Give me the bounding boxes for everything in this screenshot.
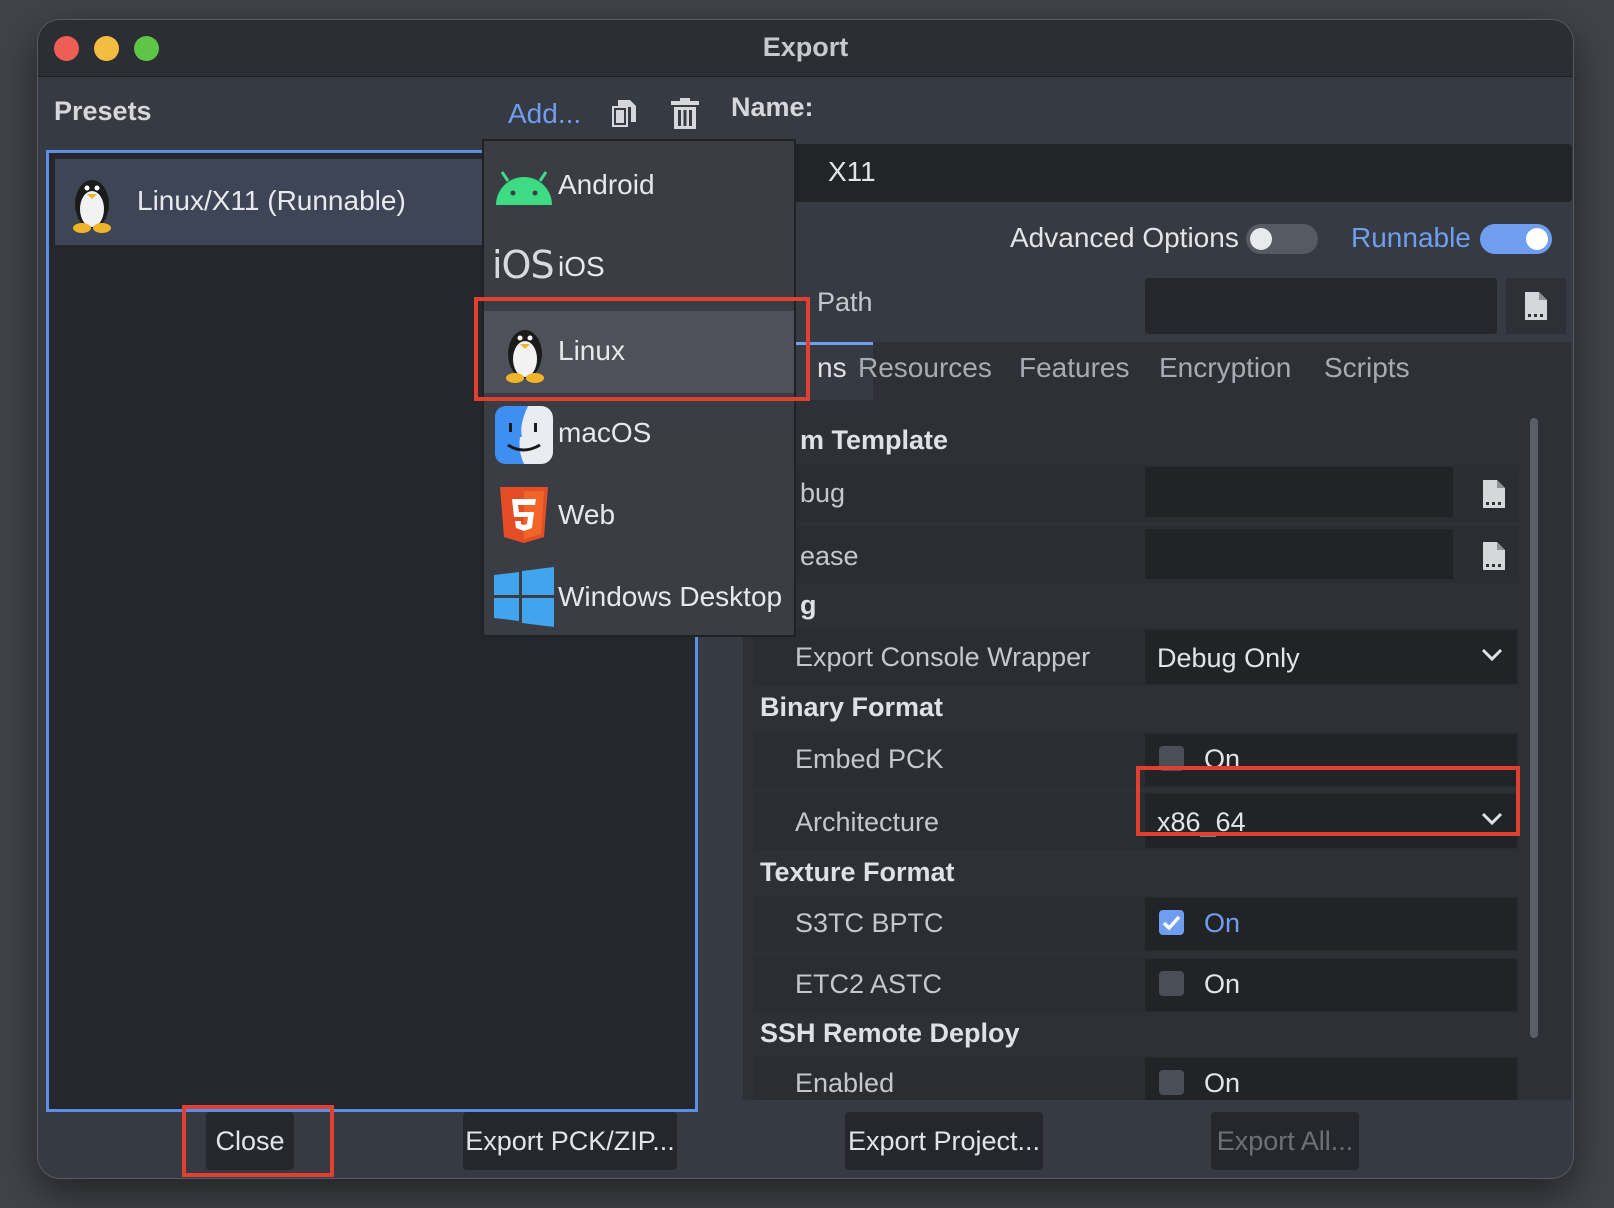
ssh-enabled-label: Enabled (795, 1068, 895, 1098)
etc2-field (1145, 959, 1517, 1011)
browse-file-icon[interactable] (1506, 278, 1566, 334)
architecture-label: Architecture (795, 807, 940, 837)
trash-icon[interactable] (670, 98, 700, 135)
export-path-input[interactable] (1145, 278, 1497, 334)
export-project-button[interactable]: Export Project... (845, 1112, 1043, 1170)
ssh-enabled-checkbox[interactable] (1159, 1070, 1184, 1095)
runnable-label: Runnable (1351, 222, 1471, 253)
advanced-options-toggle[interactable] (1246, 224, 1318, 254)
checkmark-icon (1162, 915, 1181, 931)
menu-item-label: Android (558, 169, 655, 200)
runnable-toggle[interactable] (1480, 224, 1552, 254)
highlight-architecture (1136, 766, 1520, 836)
finder-icon (494, 405, 554, 470)
console-wrapper-value: Debug Only (1157, 643, 1300, 673)
advanced-options-label: Advanced Options (1010, 222, 1239, 253)
menu-item-android[interactable]: Android (484, 145, 794, 227)
section-binary-format: Binary Format (760, 692, 944, 722)
preset-item-label: Linux/X11 (Runnable) (137, 185, 406, 216)
tab-options-label: ns (817, 352, 847, 383)
tab-resources[interactable]: Resources (858, 352, 992, 384)
export-pck-zip-button[interactable]: Export PCK/ZIP... (463, 1112, 677, 1170)
ios-icon: iOS (492, 243, 555, 287)
highlight-close-button (182, 1105, 334, 1177)
name-input-value: X11 (828, 156, 876, 187)
console-wrapper-select[interactable]: Debug Only (1145, 630, 1517, 684)
export-all-button[interactable]: Export All... (1211, 1112, 1359, 1170)
menu-item-macos[interactable]: macOS (484, 393, 794, 475)
toggle-knob (1250, 228, 1272, 250)
name-label: Name: (731, 92, 814, 122)
export-path-label: Path (817, 287, 873, 317)
highlight-linux-item (474, 297, 810, 401)
etc2-label: ETC2 ASTC (795, 969, 943, 999)
s3tc-value: On (1204, 908, 1241, 938)
menu-item-windows[interactable]: Windows Desktop (484, 557, 794, 639)
section-texture-format: Texture Format (760, 857, 955, 887)
release-template-label: ease (800, 541, 859, 571)
ssh-enabled-value: On (1204, 1068, 1241, 1098)
add-preset-button[interactable]: Add... (508, 98, 581, 130)
menu-item-label: Web (558, 499, 616, 530)
options-panel[interactable]: m Template bug ease g Export Console Wra… (743, 400, 1571, 1100)
menu-item-label: macOS (558, 417, 652, 448)
windows-icon (494, 567, 554, 632)
tab-features[interactable]: Features (1019, 352, 1130, 384)
etc2-checkbox[interactable] (1159, 971, 1184, 996)
ssh-enabled-field (1145, 1058, 1517, 1100)
duplicate-icon[interactable] (610, 98, 638, 135)
name-input[interactable]: X11 (772, 144, 1572, 202)
section-ssh-remote-deploy: SSH Remote Deploy (760, 1018, 1020, 1048)
debug-template-label: bug (800, 478, 846, 508)
options-scrollbar[interactable] (1530, 418, 1538, 1038)
menu-item-label: Windows Desktop (558, 581, 783, 612)
debug-template-input[interactable] (1145, 467, 1453, 517)
toggle-knob (1526, 228, 1548, 250)
presets-label: Presets (54, 96, 152, 126)
chevron-down-icon (1481, 647, 1503, 668)
browse-file-icon[interactable] (1481, 540, 1507, 577)
window-title: Export (762, 32, 849, 62)
tab-scripts[interactable]: Scripts (1324, 352, 1410, 384)
console-wrapper-label: Export Console Wrapper (795, 642, 1091, 672)
release-template-input[interactable] (1145, 529, 1453, 579)
tab-encryption[interactable]: Encryption (1159, 352, 1291, 384)
browse-file-icon[interactable] (1481, 478, 1507, 515)
s3tc-label: S3TC BPTC (795, 908, 944, 938)
menu-item-web[interactable]: Web (484, 475, 794, 557)
export-dialog: Export Presets Add... Name: Linux/X11 (R… (38, 20, 1573, 1178)
s3tc-checkbox[interactable] (1159, 910, 1184, 935)
html5-icon (498, 485, 550, 550)
menu-item-label: iOS (558, 251, 605, 282)
title-bar: Export (38, 20, 1573, 77)
tux-icon (71, 171, 113, 238)
section-custom-template: m Template (800, 425, 949, 455)
s3tc-field (1145, 898, 1517, 950)
android-icon (494, 171, 554, 212)
section-debug: g (800, 590, 817, 620)
embed-pck-label: Embed PCK (795, 744, 944, 774)
etc2-value: On (1204, 969, 1241, 999)
